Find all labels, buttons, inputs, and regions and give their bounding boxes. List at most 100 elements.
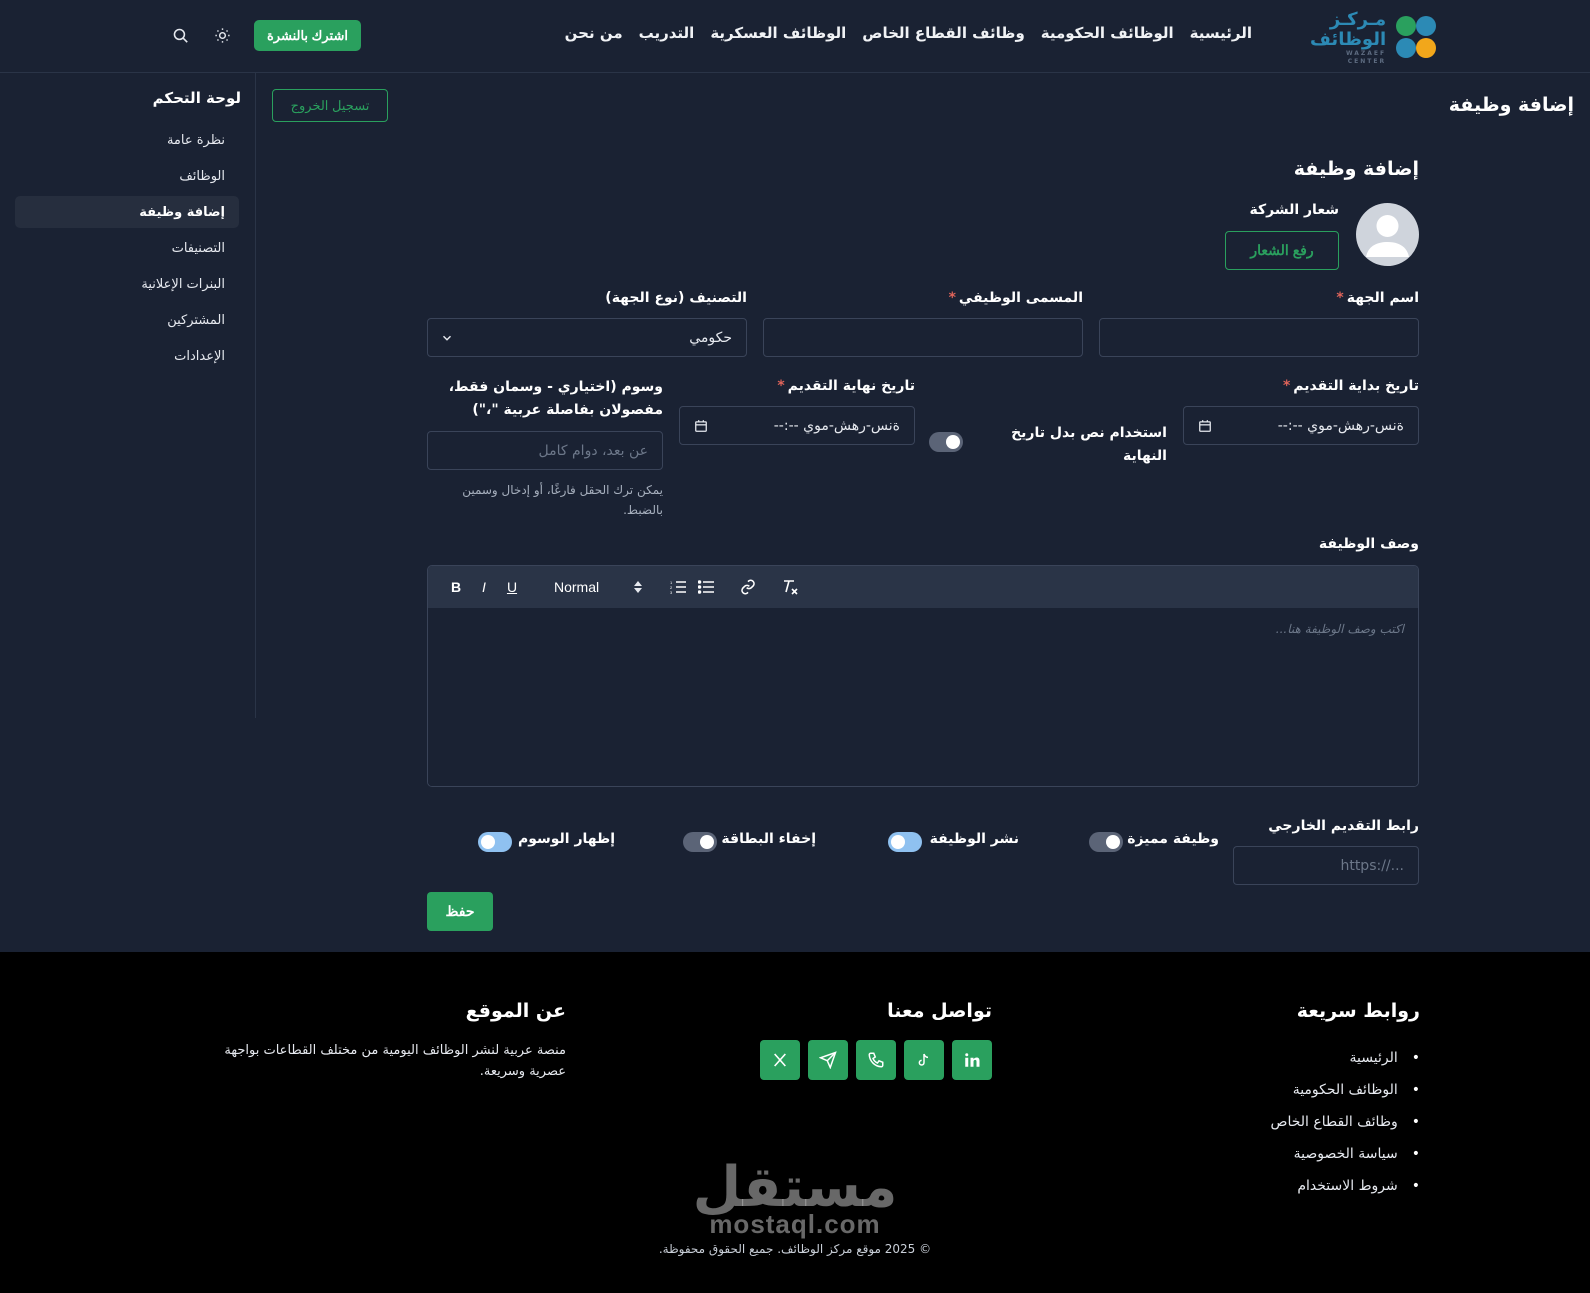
- category-selected-value: حكومي: [689, 329, 732, 346]
- tags-input[interactable]: عن بعد، دوام كامل: [427, 431, 663, 470]
- nav-link-about[interactable]: من نحن: [565, 24, 623, 42]
- start-date-value: ةنس-رهش-موي --:--: [1277, 417, 1404, 434]
- page-heading: إضافة وظيفة: [1448, 94, 1574, 116]
- bullet-list-icon[interactable]: [692, 575, 720, 599]
- tags-label: وسوم (اختياري - وسمان فقط، مفصولان بفاصل…: [448, 379, 663, 418]
- telegram-icon[interactable]: [808, 1040, 848, 1080]
- featured-toggle[interactable]: [1089, 832, 1123, 852]
- publish-toggle[interactable]: [888, 832, 922, 852]
- nav-link-training[interactable]: التدريب: [639, 24, 695, 42]
- footer-link-government-jobs[interactable]: الوظائف الحكومية: [1271, 1074, 1420, 1106]
- nav-link-private-jobs[interactable]: وظائف القطاع الخاص: [862, 24, 1024, 42]
- category-label: التصنيف (نوع الجهة): [605, 290, 747, 306]
- logout-button[interactable]: تسجيل الخروج: [272, 89, 388, 122]
- subscribe-button[interactable]: اشترك بالنشرة: [254, 20, 361, 51]
- upload-logo-button[interactable]: رفع الشعار: [1225, 231, 1339, 270]
- save-button[interactable]: حفظ: [427, 892, 493, 931]
- search-icon[interactable]: [170, 26, 190, 46]
- sidebar-item-label: المشتركين: [167, 312, 225, 328]
- logo-text: مـركـز الوظائف WAZAEF CENTER: [1310, 10, 1386, 66]
- company-name-input[interactable]: [1099, 318, 1419, 357]
- watermark-latin: mostaql.com: [709, 1209, 881, 1239]
- about-text: منصة عربية لنشر الوظائف اليومية من مختلف…: [224, 1043, 566, 1079]
- description-label: وصف الوظيفة: [1318, 536, 1419, 552]
- hide-card-label: إخفاء البطاقة: [721, 831, 816, 847]
- sidebar-item-label: نظرة عامة: [166, 132, 225, 148]
- end-date-value: ةنس-رهش-موي --:--: [773, 417, 900, 434]
- dashboard-sidebar: لوحة التحكم نظرة عامة الوظائف إضافة وظيف…: [15, 73, 256, 718]
- underline-icon[interactable]: U: [498, 575, 526, 599]
- clear-format-icon[interactable]: [776, 575, 804, 599]
- start-date-label: تاريخ بداية التقديم*: [1282, 378, 1419, 394]
- nav-tools: اشترك بالنشرة: [170, 20, 361, 51]
- top-navbar: مـركـز الوظائف WAZAEF CENTER الرئيسية ال…: [0, 0, 1590, 73]
- featured-label: وظيفة مميزة: [1127, 831, 1219, 847]
- sun-icon[interactable]: [212, 26, 232, 46]
- form-title: إضافة وظيفة: [1293, 158, 1419, 180]
- phone-icon[interactable]: [856, 1040, 896, 1080]
- description-editor: B I U Normal 123 اكتب وصف الوظيفة هنا...: [427, 565, 1419, 787]
- apply-link-input[interactable]: https://...: [1233, 846, 1419, 885]
- contact-title: تواصل معنا: [887, 1000, 992, 1022]
- ordered-list-icon[interactable]: 123: [664, 575, 692, 599]
- use-text-toggle[interactable]: [929, 432, 963, 452]
- editor-body[interactable]: اكتب وصف الوظيفة هنا...: [428, 608, 1418, 786]
- job-title-input[interactable]: [763, 318, 1083, 357]
- use-text-label: استخدام نص بدل تاريخ النهاية: [1011, 425, 1167, 464]
- footer-link-private-jobs[interactable]: وظائف القطاع الخاص: [1271, 1106, 1420, 1138]
- job-title-label: المسمى الوظيفي*: [948, 290, 1083, 306]
- calendar-icon[interactable]: [694, 419, 708, 433]
- sidebar-item-label: البنرات الإعلانية: [141, 276, 225, 292]
- sidebar-item-settings[interactable]: الإعدادات: [15, 340, 239, 372]
- logo-line2: الوظائف: [1310, 29, 1387, 50]
- text-format-select[interactable]: Normal: [540, 575, 650, 599]
- italic-icon[interactable]: I: [470, 575, 498, 599]
- mostaql-watermark: مستقل mostaql.com: [690, 1160, 900, 1239]
- sidebar-item-add-job[interactable]: إضافة وظيفة: [15, 196, 239, 228]
- show-tags-toggle[interactable]: [478, 832, 512, 852]
- publish-label: نشر الوظيفة: [929, 831, 1019, 847]
- editor-toolbar: B I U Normal 123: [428, 566, 1418, 608]
- company-logo-label: شعار الشركة: [1249, 202, 1339, 218]
- apply-link-label: رابط التقديم الخارجي: [1268, 818, 1419, 834]
- social-links: [760, 1040, 992, 1080]
- nav-link-government-jobs[interactable]: الوظائف الحكومية: [1041, 24, 1174, 42]
- sidebar-item-subscribers[interactable]: المشتركين: [15, 304, 239, 336]
- tiktok-icon[interactable]: [904, 1040, 944, 1080]
- sidebar-item-jobs[interactable]: الوظائف: [15, 160, 239, 192]
- footer-link-privacy[interactable]: سياسة الخصوصية: [1271, 1138, 1420, 1170]
- company-logo-avatar-icon: [1356, 203, 1419, 266]
- copyright-text: © 2025 موقع مركز الوظائف. جميع الحقوق مح…: [658, 1242, 932, 1256]
- footer-link-terms[interactable]: شروط الاستخدام: [1271, 1170, 1420, 1202]
- company-name-label: اسم الجهة*: [1336, 290, 1419, 306]
- show-tags-label: إظهار الوسوم: [517, 831, 615, 847]
- category-select[interactable]: حكومي: [427, 318, 747, 357]
- sidebar-item-categories[interactable]: التصنيفات: [15, 232, 239, 264]
- sidebar-title: لوحة التحكم: [152, 89, 241, 107]
- sidebar-item-overview[interactable]: نظرة عامة: [15, 124, 239, 156]
- about-title: عن الموقع: [465, 1000, 566, 1022]
- quick-links-list: الرئيسية الوظائف الحكومية وظائف القطاع ا…: [1271, 1042, 1420, 1202]
- calendar-icon[interactable]: [1198, 419, 1212, 433]
- text-format-value: Normal: [554, 579, 600, 595]
- sidebar-item-label: الإعدادات: [174, 348, 225, 364]
- svg-text:3: 3: [670, 590, 673, 594]
- linkedin-icon[interactable]: [952, 1040, 992, 1080]
- sidebar-item-banners[interactable]: البنرات الإعلانية: [15, 268, 239, 300]
- quick-links-title: روابط سريعة: [1296, 1000, 1420, 1022]
- site-logo[interactable]: مـركـز الوظائف WAZAEF CENTER: [1310, 10, 1437, 65]
- hide-card-toggle[interactable]: [683, 832, 717, 852]
- end-date-input[interactable]: ةنس-رهش-موي --:--: [679, 406, 915, 445]
- site-footer: روابط سريعة الرئيسية الوظائف الحكومية وظ…: [0, 952, 1590, 1293]
- x-icon[interactable]: [760, 1040, 800, 1080]
- start-date-input[interactable]: ةنس-رهش-موي --:--: [1183, 406, 1419, 445]
- footer-link-home[interactable]: الرئيسية: [1271, 1042, 1420, 1074]
- sort-arrows-icon: [634, 581, 642, 593]
- logo-sub: WAZAEF CENTER: [1345, 50, 1387, 65]
- bold-icon[interactable]: B: [442, 575, 470, 599]
- link-icon[interactable]: [734, 575, 762, 599]
- nav-link-military-jobs[interactable]: الوظائف العسكرية: [710, 24, 846, 42]
- end-date-label: تاريخ نهاية التقديم*: [777, 378, 915, 394]
- sidebar-item-label: الوظائف: [179, 168, 225, 184]
- nav-link-home[interactable]: الرئيسية: [1190, 24, 1252, 42]
